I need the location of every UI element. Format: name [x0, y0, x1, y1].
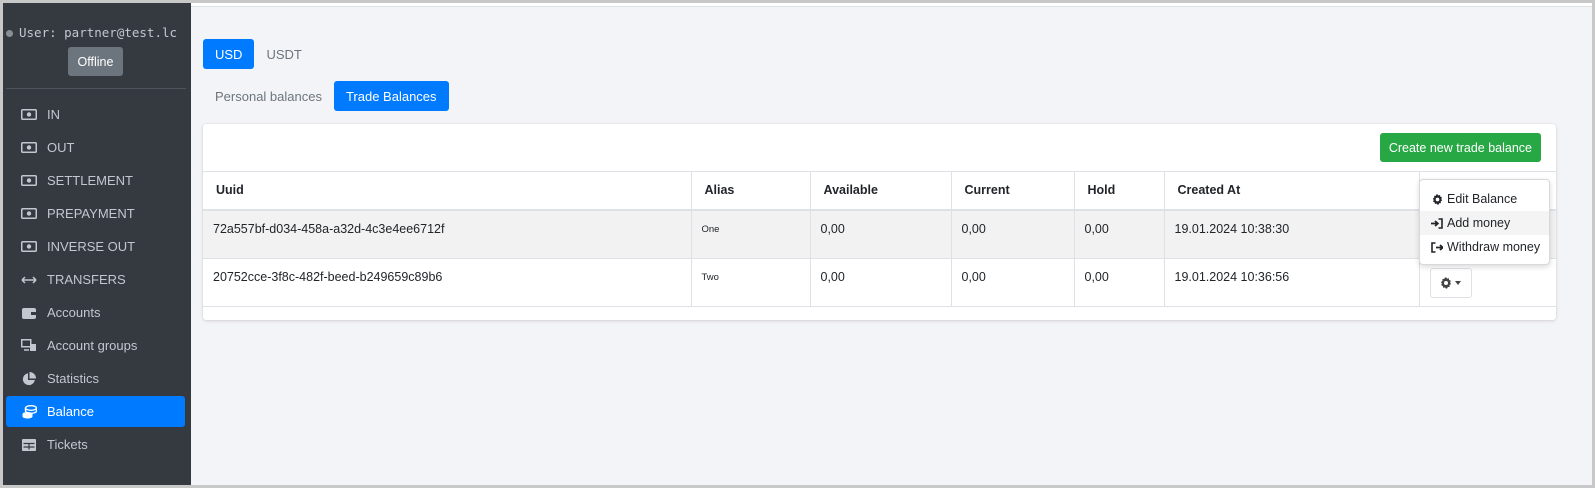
column-header-current[interactable]: Current — [951, 172, 1075, 211]
cell-alias: One — [691, 210, 811, 259]
network-icon — [20, 339, 38, 353]
cell-uuid: 20752cce-3f8c-482f-beed-b249659c89b6 — [203, 258, 692, 307]
cell-available: 0,00 — [810, 210, 952, 259]
sidebar-item-label: Accounts — [47, 305, 101, 320]
sidebar-item-label: INVERSE OUT — [47, 239, 136, 254]
table-icon — [20, 438, 38, 452]
sidebar: User: partner@test.lc Offline IN OUT SET… — [3, 3, 191, 485]
sidebar-item-settlement[interactable]: SETTLEMENT — [6, 165, 185, 196]
tab-trade-balances[interactable]: Trade Balances — [333, 81, 449, 111]
row-actions-dropdown: Edit Balance Add money Withdraw money — [1419, 179, 1550, 265]
coins-icon — [20, 404, 38, 419]
sidebar-item-label: TRANSFERS — [47, 272, 126, 287]
sidebar-item-label: Account groups — [47, 338, 138, 353]
trade-balances-card: Create new trade balance Uuid Alias Avai… — [203, 124, 1556, 320]
sidebar-item-inverse-out[interactable]: INVERSE OUT — [6, 231, 185, 262]
cell-available: 0,00 — [810, 258, 952, 307]
money-bill-icon — [20, 207, 38, 221]
cell-created-at: 19.01.2024 10:38:30 — [1164, 210, 1420, 259]
sidebar-item-accounts[interactable]: Accounts — [6, 297, 185, 328]
sidebar-item-label: Tickets — [47, 437, 88, 452]
user-info: User: partner@test.lc — [3, 25, 191, 40]
column-header-alias[interactable]: Alias — [691, 172, 811, 211]
sign-out-icon — [1431, 241, 1443, 253]
sidebar-item-label: Statistics — [47, 371, 100, 386]
sidebar-item-label: SETTLEMENT — [47, 173, 133, 188]
cell-hold: 0,00 — [1074, 258, 1165, 307]
sidebar-item-label: IN — [47, 107, 60, 122]
sidebar-item-balance[interactable]: Balance — [6, 396, 185, 427]
trade-balances-table: Uuid Alias Available Current Hold Create… — [203, 172, 1556, 307]
cog-icon — [1440, 276, 1452, 289]
tab-usdt[interactable]: USDT — [254, 39, 313, 69]
cell-alias: Two — [691, 258, 811, 307]
money-bill-icon — [20, 141, 38, 155]
column-header-created-at[interactable]: Created At — [1164, 172, 1420, 211]
cell-uuid: 72a557bf-d034-458a-a32d-4c3e4ee6712f — [203, 210, 692, 259]
sidebar-nav: IN OUT SETTLEMENT PREPAYMENT INVERSE OUT… — [6, 99, 185, 462]
card-header: Create new trade balance — [203, 124, 1556, 172]
sidebar-item-statistics[interactable]: Statistics — [6, 363, 185, 394]
sidebar-item-tickets[interactable]: Tickets — [6, 429, 185, 460]
sidebar-item-label: OUT — [47, 140, 75, 155]
sidebar-item-account-groups[interactable]: Account groups — [6, 330, 185, 361]
column-header-hold[interactable]: Hold — [1074, 172, 1165, 211]
menu-item-add-money[interactable]: Add money — [1420, 211, 1549, 235]
top-navbar — [191, 3, 1592, 7]
sidebar-item-out[interactable]: OUT — [6, 132, 185, 163]
table-header-row: Uuid Alias Available Current Hold Create… — [203, 172, 1556, 211]
tab-personal-balances[interactable]: Personal balances — [203, 81, 334, 111]
menu-item-label: Edit Balance — [1447, 192, 1518, 206]
wallet-icon — [20, 306, 38, 320]
cell-created-at: 19.01.2024 10:36:56 — [1164, 258, 1420, 307]
sidebar-item-label: Balance — [47, 404, 94, 419]
row-actions-button[interactable] — [1429, 267, 1472, 298]
sidebar-divider — [6, 88, 186, 89]
menu-item-label: Withdraw money — [1447, 240, 1541, 254]
money-bill-icon — [20, 174, 38, 188]
cell-current: 0,00 — [951, 258, 1075, 307]
create-trade-balance-button[interactable]: Create new trade balance — [1379, 133, 1541, 162]
table-row: 72a557bf-d034-458a-a32d-4c3e4ee6712f One… — [203, 210, 1556, 259]
chevron-down-icon — [1455, 280, 1461, 285]
status-offline-button[interactable]: Offline — [68, 47, 123, 76]
cell-actions — [1419, 258, 1556, 307]
sidebar-item-in[interactable]: IN — [6, 99, 185, 130]
cell-hold: 0,00 — [1074, 210, 1165, 259]
pie-chart-icon — [20, 371, 38, 386]
menu-item-edit-balance[interactable]: Edit Balance — [1420, 187, 1549, 211]
money-bill-icon — [20, 108, 38, 122]
currency-tabs: USD USDT — [203, 39, 314, 69]
status-dot-icon — [6, 29, 13, 37]
sidebar-item-transfers[interactable]: TRANSFERS — [6, 264, 185, 295]
menu-item-label: Add money — [1447, 216, 1511, 230]
table-row: 20752cce-3f8c-482f-beed-b249659c89b6 Two… — [203, 258, 1556, 307]
tab-usd[interactable]: USD — [203, 39, 255, 69]
balance-tabs: Personal balances Trade Balances — [203, 81, 449, 111]
sidebar-item-prepayment[interactable]: PREPAYMENT — [6, 198, 185, 229]
sign-in-icon — [1431, 217, 1443, 229]
cog-icon — [1431, 193, 1443, 205]
column-header-uuid[interactable]: Uuid — [203, 172, 692, 211]
app-frame: User: partner@test.lc Offline IN OUT SET… — [3, 3, 1592, 485]
arrows-h-icon — [20, 273, 38, 287]
money-bill-icon — [20, 240, 38, 254]
column-header-available[interactable]: Available — [810, 172, 952, 211]
menu-item-withdraw-money[interactable]: Withdraw money — [1420, 235, 1549, 259]
sidebar-item-label: PREPAYMENT — [47, 206, 135, 221]
cell-current: 0,00 — [951, 210, 1075, 259]
user-label: User: partner@test.lc — [19, 25, 178, 40]
